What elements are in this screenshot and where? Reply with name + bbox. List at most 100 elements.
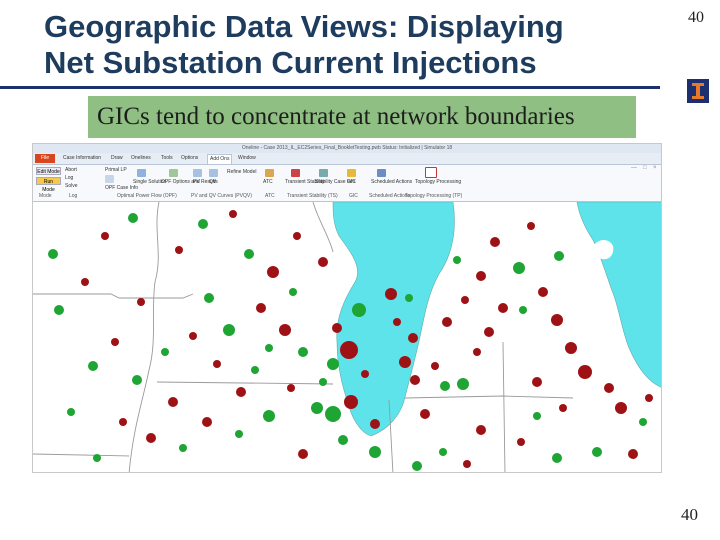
substation-marker xyxy=(101,232,109,240)
substation-marker xyxy=(318,257,328,267)
substation-marker xyxy=(439,448,447,456)
qv-button[interactable]: QV xyxy=(209,179,216,185)
substation-marker xyxy=(420,409,430,419)
gic-icon xyxy=(347,169,356,177)
substation-marker xyxy=(298,449,308,459)
stability-case-icon xyxy=(319,169,328,177)
substation-marker xyxy=(344,395,358,409)
substation-marker xyxy=(244,249,254,259)
substation-marker xyxy=(370,419,380,429)
substation-marker xyxy=(213,360,221,368)
opf-icon xyxy=(105,175,114,183)
run-mode-button[interactable]: Run Mode xyxy=(36,177,61,193)
tab-file[interactable]: File xyxy=(35,154,55,163)
scheduled-actions-button[interactable]: Scheduled Actions xyxy=(371,179,412,185)
border-ia-mo xyxy=(33,453,130,457)
slide-title: Geographic Data Views: Displaying Net Su… xyxy=(44,9,654,81)
substation-marker xyxy=(132,375,142,385)
logo-bar-bottom xyxy=(692,96,704,99)
tab-add-ons[interactable]: Add Ons xyxy=(207,154,233,164)
substation-marker xyxy=(175,246,183,254)
substation-marker xyxy=(93,454,101,462)
callout-box: GICs tend to concentrate at network boun… xyxy=(88,96,636,138)
group-label-pvqv: PV and QV Curves (PVQV) xyxy=(191,193,252,199)
substation-marker xyxy=(551,314,563,326)
substation-marker xyxy=(67,408,75,416)
substation-marker xyxy=(385,288,397,300)
substation-marker xyxy=(639,418,647,426)
substation-marker xyxy=(325,406,341,422)
substation-marker xyxy=(405,294,413,302)
group-label-atc: ATC xyxy=(265,193,275,199)
substation-marker xyxy=(476,271,486,281)
substation-marker xyxy=(615,402,627,414)
tab-tools[interactable]: Tools xyxy=(161,154,173,163)
abort-button[interactable]: Abort xyxy=(65,167,77,173)
substation-marker xyxy=(119,418,127,426)
opf-case-info-button[interactable]: OPF Case Info xyxy=(105,185,138,191)
substation-marker xyxy=(202,417,212,427)
tab-draw[interactable]: Draw xyxy=(111,154,123,163)
group-label-gic: GIC xyxy=(349,193,358,199)
primal-lp-button[interactable]: Primal LP xyxy=(105,167,127,173)
university-logo xyxy=(687,79,709,103)
substation-marker xyxy=(440,381,450,391)
log-button[interactable]: Log xyxy=(65,175,73,181)
atc-icon xyxy=(265,169,274,177)
substation-marker xyxy=(578,365,592,379)
solve-button[interactable]: Solve xyxy=(65,183,78,189)
logo-bar-stem xyxy=(696,86,700,96)
border-wi-mi xyxy=(312,202,334,253)
substation-marker xyxy=(236,387,246,397)
pv-button[interactable]: PV xyxy=(193,179,200,185)
group-label-opf: Optimal Power Flow (OPF) xyxy=(117,193,177,199)
substation-marker xyxy=(645,394,653,402)
substation-marker xyxy=(251,366,259,374)
substation-marker xyxy=(229,210,237,218)
substation-marker xyxy=(628,449,638,459)
topology-processing-button[interactable]: Topology Processing xyxy=(415,179,461,185)
substation-marker xyxy=(393,318,401,326)
opf-options-icon xyxy=(169,169,178,177)
substation-marker xyxy=(533,412,541,420)
substation-marker xyxy=(361,370,369,378)
refine-model-button[interactable]: Refine Model xyxy=(227,169,256,175)
substation-marker xyxy=(204,293,214,303)
gic-button[interactable]: GIC xyxy=(347,179,356,185)
border-wi-il xyxy=(156,381,334,385)
substation-marker xyxy=(179,444,187,452)
border-mi-in-oh xyxy=(404,395,574,399)
substation-marker xyxy=(484,327,494,337)
substation-marker xyxy=(235,430,243,438)
substation-marker xyxy=(457,378,469,390)
substation-marker xyxy=(399,356,411,368)
close-icon[interactable]: × xyxy=(653,165,657,171)
oneline-map[interactable] xyxy=(33,202,662,473)
substation-marker xyxy=(256,303,266,313)
tab-onelines[interactable]: Onelines xyxy=(131,154,151,163)
atc-button[interactable]: ATC xyxy=(263,179,273,185)
restore-icon[interactable]: □ xyxy=(643,165,647,171)
substation-marker xyxy=(565,342,577,354)
group-label-mode: Mode xyxy=(39,193,52,199)
window-title: Oneline - Case 2013_IL_EC2Series_Final_B… xyxy=(33,144,661,153)
substation-marker xyxy=(453,256,461,264)
substation-marker xyxy=(279,324,291,336)
tab-window[interactable]: Window xyxy=(238,154,256,163)
substation-marker xyxy=(538,287,548,297)
ribbon: Edit Mode Run Mode Abort Log Solve Prima… xyxy=(33,165,661,202)
substation-marker xyxy=(352,303,366,317)
substation-marker xyxy=(554,251,564,261)
tab-options[interactable]: Options xyxy=(181,154,198,163)
minimize-icon[interactable]: — xyxy=(631,165,637,171)
substation-marker xyxy=(408,333,418,343)
substation-marker xyxy=(267,266,279,278)
topology-processing-icon xyxy=(425,167,437,178)
border-mississippi-river xyxy=(128,202,160,472)
substation-marker xyxy=(81,278,89,286)
substation-marker xyxy=(476,425,486,435)
edit-mode-button[interactable]: Edit Mode xyxy=(36,167,61,175)
tab-case-information[interactable]: Case Information xyxy=(63,154,101,163)
substation-marker xyxy=(332,323,342,333)
single-solution-icon xyxy=(137,169,146,177)
